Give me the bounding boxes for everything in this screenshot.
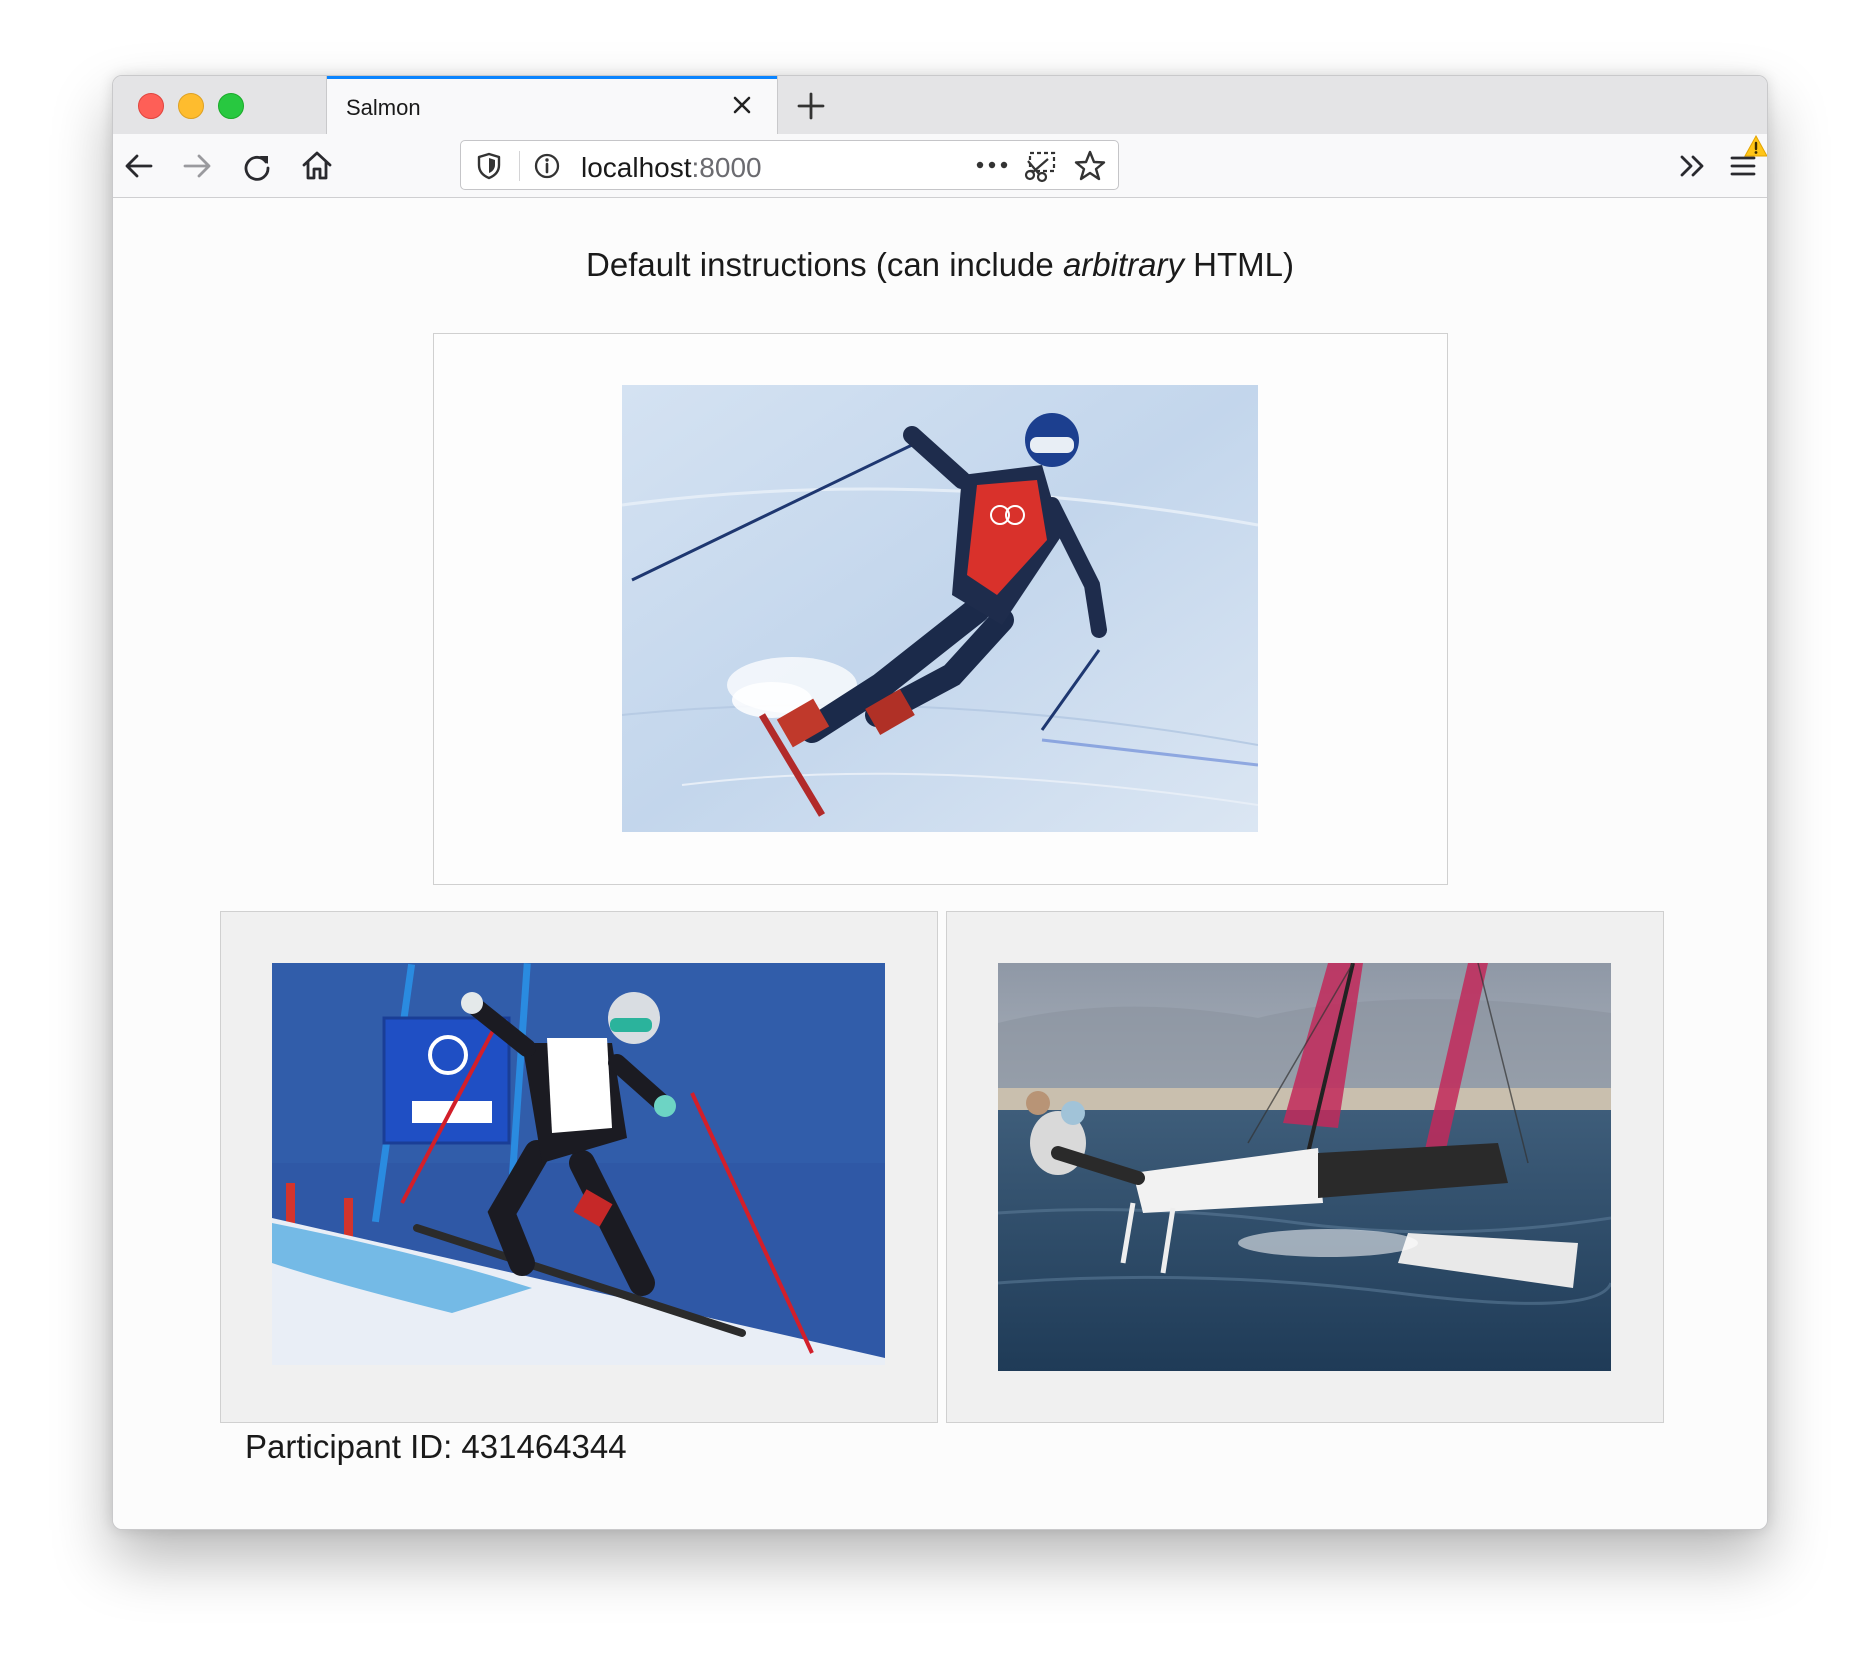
skier-slalom-image[interactable] <box>272 963 885 1365</box>
more-icon[interactable] <box>974 155 1010 175</box>
plus-icon[interactable] <box>793 88 829 124</box>
close-icon[interactable] <box>727 90 757 120</box>
warning-icon <box>1744 134 1767 157</box>
back-icon[interactable] <box>121 148 157 184</box>
participant-label: Participant ID: <box>245 1428 453 1465</box>
page-content: Default instructions (can include arbitr… <box>113 198 1767 1529</box>
overflow-icon[interactable] <box>1674 148 1710 184</box>
participant-id: Participant ID: 431464344 <box>245 1428 627 1466</box>
url-host: localhost <box>581 152 692 183</box>
star-icon[interactable] <box>1073 149 1107 183</box>
nav-toolbar: localhost:8000 <box>113 134 1767 198</box>
tab-title: Salmon <box>346 95 421 120</box>
instructions-text: Default instructions (can include <box>586 246 1063 283</box>
home-icon[interactable] <box>299 147 335 183</box>
image-option-left[interactable] <box>220 911 938 1423</box>
skier-downhill-image[interactable] <box>622 385 1258 832</box>
forward-icon[interactable] <box>179 148 215 184</box>
shield-icon[interactable] <box>475 151 503 181</box>
reload-icon[interactable] <box>239 148 275 184</box>
url-bar[interactable]: localhost:8000 <box>460 140 1119 190</box>
instructions-emphasis: arbitrary <box>1062 246 1184 283</box>
instructions-text-end: HTML) <box>1183 246 1294 283</box>
participant-id-value: 431464344 <box>461 1428 627 1465</box>
tab-salmon[interactable]: Salmon <box>326 76 778 135</box>
url-port: :8000 <box>691 152 762 183</box>
info-icon[interactable] <box>533 152 561 180</box>
url-divider <box>519 151 520 181</box>
screenshot-icon[interactable] <box>1022 149 1058 183</box>
sailboat-image[interactable] <box>998 963 1611 1371</box>
tab-strip: Salmon <box>113 76 1767 135</box>
minimize-window-button[interactable] <box>178 93 204 119</box>
zoom-window-button[interactable] <box>218 93 244 119</box>
tab-active-indicator <box>327 76 777 79</box>
instructions: Default instructions (can include arbitr… <box>113 246 1767 284</box>
image-option-right[interactable] <box>946 911 1664 1423</box>
url-text[interactable]: localhost:8000 <box>581 152 762 184</box>
image-option-top[interactable] <box>433 333 1448 885</box>
browser-window: Salmon localhost:8000 Default instructio… <box>112 75 1768 1530</box>
close-window-button[interactable] <box>138 93 164 119</box>
